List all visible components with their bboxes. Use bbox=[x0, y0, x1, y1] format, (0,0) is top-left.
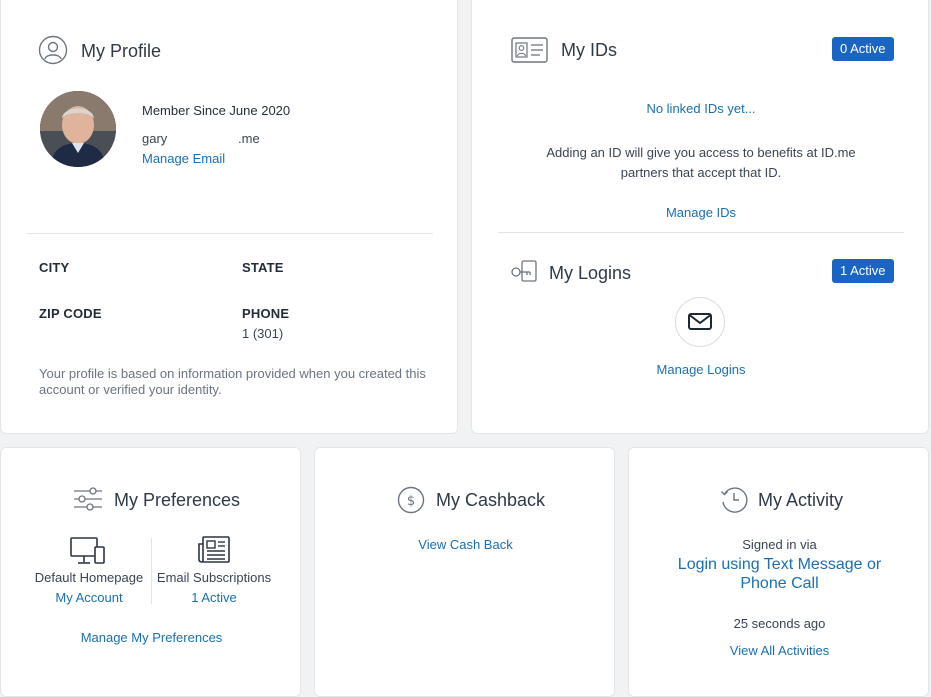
avatar bbox=[40, 91, 116, 167]
email-subscriptions-label: Email Subscriptions bbox=[156, 570, 272, 585]
profile-title: My Profile bbox=[81, 41, 162, 61]
ids-logins-card: My IDs 0 Active No linked IDs yet... Add… bbox=[471, 0, 929, 434]
view-all-activities-link[interactable]: View All Activities bbox=[629, 643, 930, 658]
member-since: Member Since June 2020 bbox=[142, 103, 291, 118]
state-label: STATE bbox=[242, 260, 284, 275]
id-card-icon bbox=[511, 37, 548, 63]
phone-value: 1 (301) bbox=[242, 326, 284, 341]
default-homepage-value[interactable]: My Account bbox=[25, 590, 153, 605]
profile-divider bbox=[27, 233, 433, 234]
logins-title: My Logins bbox=[549, 263, 632, 283]
history-clock-icon bbox=[719, 485, 749, 515]
email-domain: .me bbox=[238, 131, 260, 146]
ids-divider bbox=[498, 232, 904, 233]
view-cash-back-link[interactable]: View Cash Back bbox=[315, 537, 616, 552]
ids-active-badge: 0 Active bbox=[832, 37, 894, 61]
phone-label: PHONE bbox=[242, 306, 290, 321]
manage-logins-link[interactable]: Manage Logins bbox=[472, 362, 930, 377]
dollar-coin-icon: $ bbox=[397, 486, 425, 514]
logins-active-badge: 1 Active bbox=[832, 259, 894, 283]
signed-in-via-label: Signed in via bbox=[742, 537, 817, 552]
default-homepage-label: Default Homepage bbox=[34, 570, 144, 585]
sliders-icon bbox=[73, 486, 103, 512]
ids-title: My IDs bbox=[561, 40, 617, 60]
activity-time: 25 seconds ago bbox=[733, 616, 826, 631]
no-linked-ids: No linked IDs yet... bbox=[646, 101, 756, 116]
svg-text:$: $ bbox=[407, 494, 415, 509]
city-label: CITY bbox=[39, 260, 70, 275]
cashback-title: My Cashback bbox=[436, 490, 546, 510]
key-login-icon bbox=[510, 259, 538, 285]
monitor-icon bbox=[70, 537, 106, 565]
user-icon bbox=[38, 35, 68, 65]
manage-preferences-link[interactable]: Manage My Preferences bbox=[1, 630, 302, 645]
profile-card: My Profile Member Since June 2020 gary .… bbox=[0, 0, 458, 434]
newspaper-icon bbox=[198, 536, 230, 564]
ids-description: Adding an ID will give you access to ben… bbox=[546, 145, 856, 180]
email-user: gary bbox=[142, 131, 168, 146]
zip-label: ZIP CODE bbox=[39, 306, 102, 321]
login-method-link[interactable]: Login using Text Message or Phone Call bbox=[665, 555, 894, 593]
email-subscriptions-value[interactable]: 1 Active bbox=[151, 590, 277, 605]
activity-title: My Activity bbox=[758, 490, 844, 510]
profile-note: Your profile is based on information pro… bbox=[39, 366, 426, 397]
manage-email-link[interactable]: Manage Email bbox=[142, 151, 225, 166]
cashback-card: $ My Cashback View Cash Back bbox=[314, 447, 615, 697]
preferences-title: My Preferences bbox=[114, 490, 241, 510]
envelope-icon[interactable] bbox=[675, 297, 725, 347]
activity-card: My Activity Signed in via Login using Te… bbox=[628, 447, 929, 697]
preferences-card: My Preferences Default Homepage My Accou… bbox=[0, 447, 301, 697]
manage-ids-link[interactable]: Manage IDs bbox=[472, 205, 930, 220]
